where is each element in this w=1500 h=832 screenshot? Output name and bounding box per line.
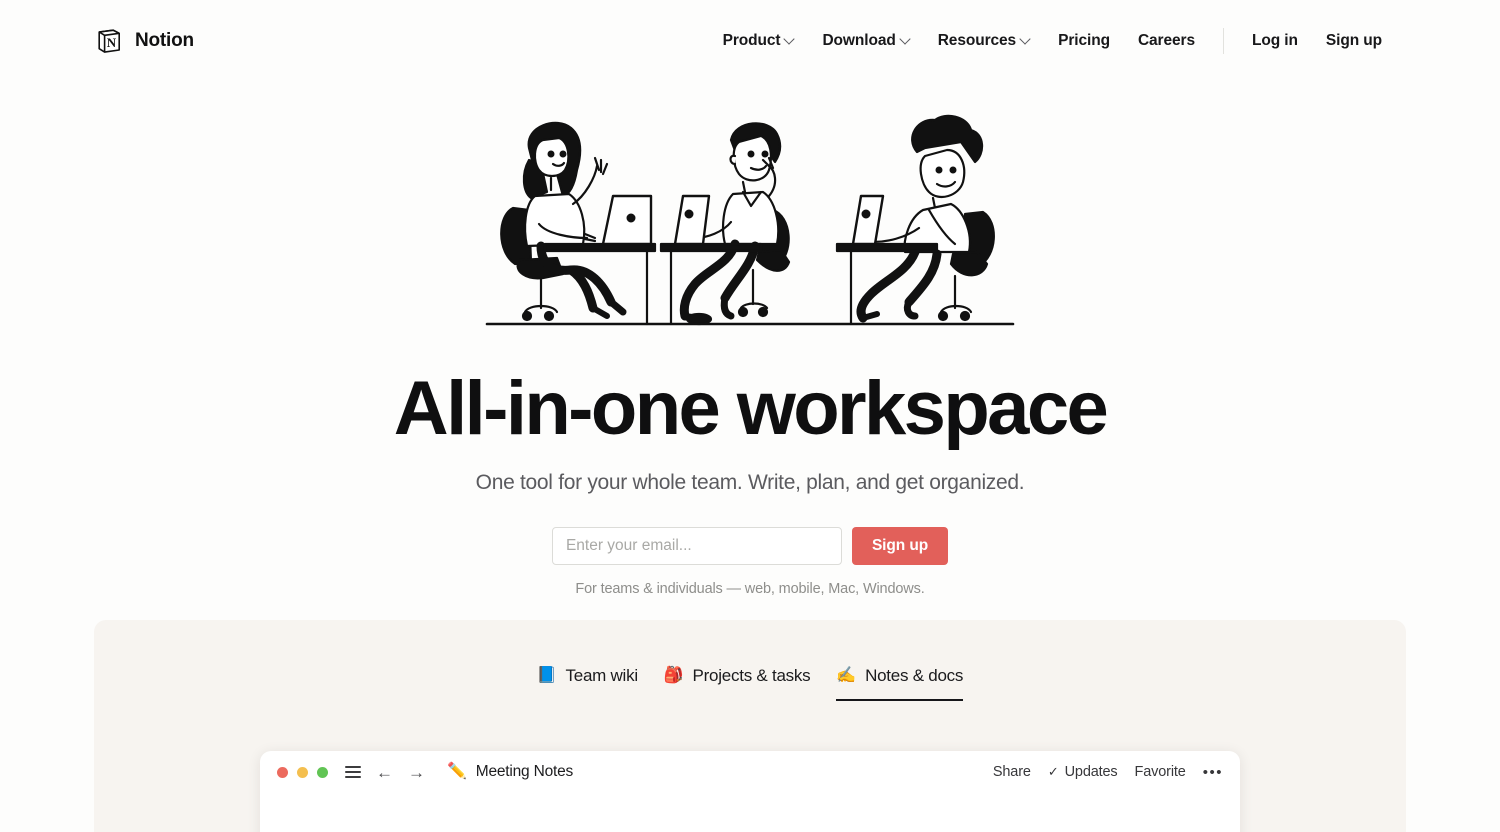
page-title: All-in-one workspace [393, 366, 1109, 451]
nav-item-label: Resources [937, 32, 1017, 49]
nav-item-label: Product [722, 32, 781, 49]
tab-label: Team wiki [565, 666, 638, 685]
tab-projects-tasks[interactable]: 🎒 Projects & tasks [664, 666, 811, 701]
email-signup-form: Sign up [0, 526, 1500, 565]
window-controls [277, 766, 328, 778]
updates-label: Updates [1064, 764, 1118, 780]
tab-notes-docs[interactable]: ✍️ Notes & docs [836, 666, 963, 701]
app-window-mockup: ← → ✏️ Meeting Notes Share ✓ Updates Fav… [260, 751, 1240, 832]
nav-item-pricing[interactable]: Pricing [1044, 26, 1124, 56]
nav-item-label: Download [822, 32, 896, 49]
notion-cube-icon: N [98, 29, 120, 53]
mockup-titlebar: ← → ✏️ Meeting Notes Share ✓ Updates Fav… [260, 751, 1240, 793]
nav-item-download[interactable]: Download [808, 26, 923, 56]
signup-button[interactable]: Sign up [851, 526, 949, 565]
feature-panel: 📘 Team wiki 🎒 Projects & tasks ✍️ Notes … [94, 620, 1406, 832]
updates-button[interactable]: ✓ Updates [1048, 764, 1118, 780]
maximize-button[interactable] [317, 766, 328, 778]
nav-item-label: Pricing [1058, 32, 1110, 49]
tab-team-wiki[interactable]: 📘 Team wiki [537, 666, 638, 701]
mockup-content [260, 793, 1240, 832]
tab-label: Projects & tasks [692, 666, 811, 685]
nav-divider [1222, 28, 1224, 54]
share-button[interactable]: Share [993, 764, 1031, 780]
three-people-at-desks-illustration [485, 114, 1015, 326]
site-header: N Notion Product Download Resources Pric… [0, 0, 1500, 82]
brand-name: Notion [135, 30, 194, 51]
hero-section: All-in-one workspace One tool for your w… [0, 82, 1500, 597]
chevron-down-icon [785, 35, 794, 44]
blue-book-icon: 📘 [536, 667, 557, 684]
document-title[interactable]: ✏️ Meeting Notes [447, 763, 573, 781]
brand-logo-link[interactable]: N Notion [94, 26, 194, 56]
tab-label: Notes & docs [865, 666, 964, 685]
favorite-button[interactable]: Favorite [1135, 764, 1186, 780]
chevron-down-icon [1021, 35, 1030, 44]
login-link[interactable]: Log in [1238, 26, 1312, 56]
more-options-icon[interactable]: ••• [1203, 764, 1223, 781]
signup-link[interactable]: Sign up [1312, 26, 1396, 56]
close-button[interactable] [277, 766, 288, 778]
back-arrow-icon[interactable]: ← [376, 764, 393, 781]
document-actions: Share ✓ Updates Favorite ••• [993, 764, 1223, 781]
svg-text:N: N [107, 35, 117, 50]
nav-item-label: Careers [1137, 32, 1195, 49]
nav-item-resources[interactable]: Resources [924, 26, 1044, 56]
forward-arrow-icon[interactable]: → [408, 764, 425, 781]
writing-hand-icon: ✍️ [836, 667, 857, 684]
nav-item-careers[interactable]: Careers [1124, 26, 1209, 56]
minimize-button[interactable] [297, 766, 308, 778]
nav-item-product[interactable]: Product [709, 26, 809, 56]
document-title-label: Meeting Notes [475, 763, 574, 780]
main-navigation: Product Download Resources Pricing Caree… [709, 26, 1396, 56]
chevron-down-icon [901, 35, 910, 44]
hero-subtitle: One tool for your whole team. Write, pla… [475, 470, 1025, 494]
feature-tabs: 📘 Team wiki 🎒 Projects & tasks ✍️ Notes … [94, 620, 1406, 701]
pencil-icon: ✏️ [447, 763, 467, 780]
email-input[interactable] [551, 526, 842, 565]
check-icon: ✓ [1047, 764, 1059, 779]
signup-note: For teams & individuals — web, mobile, M… [575, 580, 925, 597]
backpack-icon: 🎒 [663, 667, 684, 684]
hamburger-icon[interactable] [345, 766, 361, 778]
